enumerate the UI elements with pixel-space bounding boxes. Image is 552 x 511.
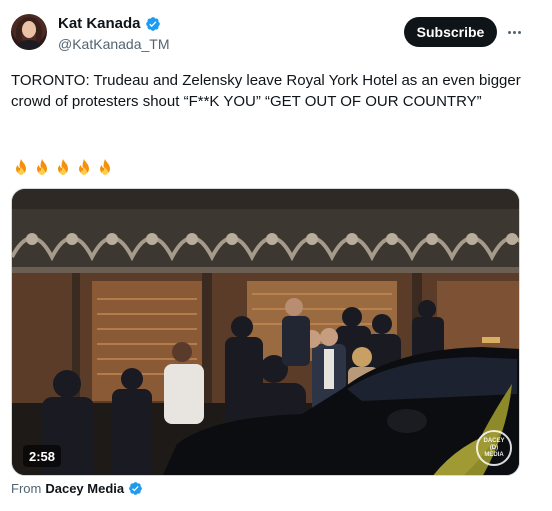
video-player[interactable]: 2:58 DACEY (D) MEDIA [11, 188, 520, 476]
author-name-row[interactable]: Kat Kanada [58, 15, 161, 32]
video-duration: 2:58 [23, 445, 62, 467]
author-block: Kat Kanada @KatKanada_TM [58, 15, 170, 52]
tweet-text: TORONTO: Trudeau and Zelensky leave Roya… [11, 72, 521, 110]
emoji-row [11, 158, 115, 178]
author-display-name[interactable]: Kat Kanada [58, 15, 141, 32]
more-options-icon[interactable] [505, 24, 523, 40]
fire-emoji-icon [79, 159, 89, 175]
verified-badge-icon [145, 16, 160, 31]
dacey-media-watermark: DACEY (D) MEDIA [476, 430, 512, 466]
tweet-header: Kat Kanada @KatKanada_TM Subscribe [11, 12, 541, 56]
avatar[interactable] [11, 14, 47, 50]
source-name-link[interactable]: Dacey Media [45, 481, 124, 496]
verified-badge-icon [129, 482, 143, 495]
fire-emoji-icon [37, 159, 47, 175]
author-handle[interactable]: @KatKanada_TM [58, 36, 170, 52]
subscribe-button[interactable]: Subscribe [404, 17, 497, 47]
fire-emoji-icon [100, 159, 110, 175]
fire-emoji-icon [58, 159, 68, 175]
source-attribution: From Dacey Media [11, 481, 143, 496]
video-frame [12, 189, 519, 475]
from-prefix: From [11, 481, 42, 496]
fire-emoji-icon [16, 159, 26, 175]
